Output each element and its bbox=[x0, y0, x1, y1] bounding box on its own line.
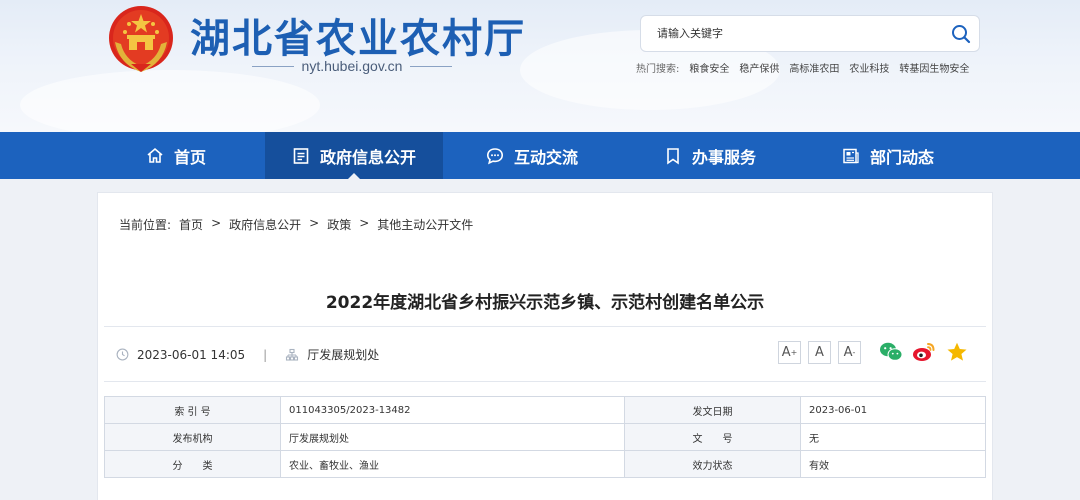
article-meta: 2023-06-01 14:05 | 厅发展规划处 bbox=[116, 346, 379, 363]
info-value: 无 bbox=[800, 423, 986, 451]
document-info-table: 索 引 号 011043305/2023-13482 发文日期 2023-06-… bbox=[104, 396, 986, 478]
info-label: 分 类 bbox=[104, 450, 281, 478]
table-row: 分 类 农业、畜牧业、渔业 效力状态 有效 bbox=[104, 450, 986, 478]
chat-bubble-icon bbox=[486, 147, 503, 164]
meta-separator: | bbox=[263, 347, 268, 362]
info-label: 文 号 bbox=[624, 423, 801, 451]
breadcrumb-item[interactable]: 首页 bbox=[179, 216, 203, 233]
share-controls bbox=[879, 340, 969, 364]
nav-item-label: 互动交流 bbox=[513, 147, 578, 167]
breadcrumb-item[interactable]: 政府信息公开 bbox=[229, 216, 301, 233]
hot-search-item[interactable]: 稳产保供 bbox=[739, 60, 779, 75]
hot-search-label: 热门搜索: bbox=[636, 64, 680, 75]
publish-datetime: 2023-06-01 14:05 bbox=[137, 347, 246, 362]
hot-search-item[interactable]: 粮食安全 bbox=[689, 60, 729, 75]
breadcrumb: 当前位置: 首页 > 政府信息公开 > 政策 > 其他主动公开文件 bbox=[119, 216, 473, 233]
divider bbox=[252, 65, 294, 67]
hot-search-item[interactable]: 高标准农田 bbox=[789, 60, 839, 75]
main-nav: 首页 政府信息公开 互动交流 办事服务 部门动态 bbox=[0, 132, 1080, 179]
share-wechat-button[interactable] bbox=[879, 340, 903, 364]
bookmark-icon bbox=[667, 147, 679, 165]
nav-item-news[interactable]: 部门动态 bbox=[799, 132, 977, 179]
font-size-controls: A + A A- bbox=[778, 341, 861, 364]
share-weibo-button[interactable] bbox=[912, 340, 936, 364]
article-source: 厅发展规划处 bbox=[307, 348, 380, 362]
article-card: 当前位置: 首页 > 政府信息公开 > 政策 > 其他主动公开文件 2022年度… bbox=[97, 192, 993, 500]
font-increase-button[interactable]: A + bbox=[778, 341, 801, 364]
national-emblem-icon bbox=[109, 6, 173, 72]
site-title[interactable]: 湖北省农业农村厅 bbox=[190, 6, 526, 64]
nav-item-interaction[interactable]: 互动交流 bbox=[443, 132, 621, 179]
site-header: 湖北省农业农村厅 nyt.hubei.gov.cn 热门搜索: 粮食安全 稳产保… bbox=[0, 0, 1080, 132]
nav-item-home[interactable]: 首页 bbox=[87, 132, 265, 179]
search-button[interactable] bbox=[943, 16, 979, 52]
background-cloud bbox=[20, 70, 320, 132]
info-value: 011043305/2023-13482 bbox=[280, 396, 625, 424]
hot-search-item[interactable]: 转基因生物安全 bbox=[899, 60, 969, 75]
font-decrease-button[interactable]: A- bbox=[838, 341, 861, 364]
nav-item-label: 首页 bbox=[173, 147, 206, 167]
article-meta-bar: 2023-06-01 14:05 | 厅发展规划处 A + A A- bbox=[104, 326, 986, 382]
breadcrumb-separator: > bbox=[359, 216, 370, 230]
site-domain: nyt.hubei.gov.cn bbox=[301, 58, 403, 74]
organization-icon bbox=[286, 348, 299, 361]
hot-search-row: 热门搜索: 粮食安全 稳产保供 高标准农田 农业科技 转基因生物安全 bbox=[636, 60, 969, 75]
star-icon bbox=[947, 342, 967, 361]
breadcrumb-separator: > bbox=[309, 216, 320, 230]
nav-item-label: 办事服务 bbox=[691, 147, 756, 167]
document-list-icon bbox=[293, 147, 309, 164]
table-row: 索 引 号 011043305/2023-13482 发文日期 2023-06-… bbox=[104, 396, 986, 424]
breadcrumb-item[interactable]: 政策 bbox=[327, 216, 351, 233]
article-title: 2022年度湖北省乡村振兴示范乡镇、示范村创建名单公示 bbox=[325, 293, 765, 313]
nav-item-services[interactable]: 办事服务 bbox=[621, 132, 799, 179]
nav-item-label: 部门动态 bbox=[869, 147, 934, 167]
home-icon bbox=[147, 147, 163, 163]
search-input[interactable] bbox=[641, 16, 943, 51]
breadcrumb-item[interactable]: 其他主动公开文件 bbox=[377, 216, 473, 233]
font-default-button[interactable]: A bbox=[808, 341, 831, 364]
info-label: 效力状态 bbox=[624, 450, 801, 478]
info-label: 发布机构 bbox=[104, 423, 281, 451]
search-box bbox=[640, 15, 980, 52]
site-domain-row: nyt.hubei.gov.cn bbox=[252, 57, 453, 75]
hot-search-item[interactable]: 农业科技 bbox=[849, 60, 889, 75]
info-label: 发文日期 bbox=[624, 396, 801, 424]
breadcrumb-label: 当前位置: bbox=[119, 218, 172, 232]
breadcrumb-separator: > bbox=[211, 216, 222, 230]
info-value: 2023-06-01 bbox=[800, 396, 986, 424]
wechat-icon bbox=[880, 342, 903, 361]
nav-item-label: 政府信息公开 bbox=[319, 147, 416, 167]
table-row: 发布机构 厅发展规划处 文 号 无 bbox=[104, 423, 986, 451]
info-label: 索 引 号 bbox=[104, 396, 281, 424]
divider bbox=[410, 65, 453, 67]
clock-icon bbox=[116, 348, 129, 361]
news-icon bbox=[843, 148, 859, 163]
favorite-button[interactable] bbox=[945, 340, 969, 364]
search-icon bbox=[952, 24, 971, 43]
info-value: 农业、畜牧业、渔业 bbox=[280, 450, 625, 478]
info-value: 有效 bbox=[800, 450, 986, 478]
info-value: 厅发展规划处 bbox=[280, 423, 625, 451]
weibo-icon bbox=[913, 343, 935, 361]
nav-item-gov-info[interactable]: 政府信息公开 bbox=[265, 132, 443, 179]
